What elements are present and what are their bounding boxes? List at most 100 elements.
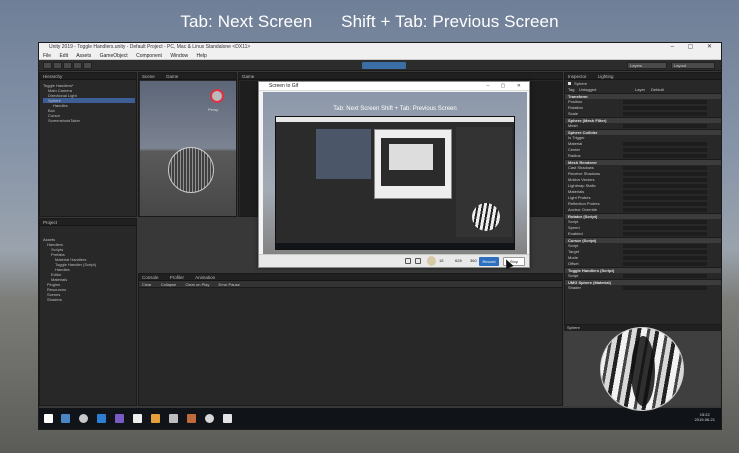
field-value[interactable] — [623, 178, 707, 182]
explorer-icon[interactable] — [151, 414, 160, 423]
hint-bar: Tab: Next Screen Shift + Tab: Previous S… — [0, 12, 739, 32]
rotate-tool-button[interactable] — [63, 62, 72, 69]
scene-viewport[interactable]: Persp — [140, 81, 236, 216]
field-value[interactable] — [623, 142, 707, 146]
tab-lighting[interactable]: Lighting — [598, 74, 614, 79]
console-collapse-button[interactable]: Collapse — [161, 282, 177, 287]
field-value[interactable] — [623, 148, 707, 152]
hierarchy-tab-bar: Hierarchy — [40, 73, 136, 80]
field-label: Rotation — [568, 105, 583, 110]
persp-label: Persp — [208, 107, 219, 112]
field-label: Light Probes — [568, 195, 591, 200]
scene-gizmo-icon[interactable] — [210, 89, 224, 103]
field-value[interactable] — [623, 184, 707, 188]
app-icon[interactable] — [205, 414, 214, 423]
field-value[interactable] — [623, 220, 707, 224]
tab-animation[interactable]: Animation — [195, 275, 215, 280]
field-value[interactable] — [623, 244, 707, 248]
tag-label: Tag — [568, 87, 575, 92]
menu-gameobject[interactable]: GameObject — [100, 53, 128, 59]
rect-tool-button[interactable] — [83, 62, 92, 69]
field-value[interactable] — [623, 208, 707, 212]
move-tool-button[interactable] — [53, 62, 62, 69]
fps-value[interactable]: 15 — [439, 258, 443, 263]
console-error-pause-button[interactable]: Error Pause — [219, 282, 240, 287]
hierarchy-panel: Hierarchy Toggle Handlers* Main Camera D… — [39, 72, 137, 217]
menu-help[interactable]: Help — [197, 53, 207, 59]
field-label: Materials — [568, 189, 585, 194]
tab-inspector[interactable]: Inspector — [568, 74, 587, 79]
height-value[interactable]: 360 — [470, 258, 477, 263]
tab-project[interactable]: Project — [43, 220, 57, 225]
scale-tool-button[interactable] — [73, 62, 82, 69]
field-value[interactable] — [623, 154, 707, 158]
field-value[interactable] — [623, 124, 707, 128]
record-button-label: Record — [482, 259, 496, 264]
dialog-window-controls[interactable]: – ▢ ✕ — [487, 82, 526, 91]
menu-edit[interactable]: Edit — [59, 53, 68, 59]
capture-hint-caption: Tab: Next Screen Shift + Tab: Previous S… — [333, 106, 457, 112]
menu-file[interactable]: File — [43, 53, 51, 59]
game-tab-bar: Game — [239, 73, 562, 80]
inspector-field: Shader — [565, 285, 721, 291]
tab-profiler[interactable]: Profiler — [170, 275, 184, 280]
options-icon[interactable] — [415, 258, 421, 264]
nested-title-bar — [276, 117, 514, 122]
sphere-object-icon[interactable] — [168, 147, 214, 193]
menu-assets[interactable]: Assets — [76, 53, 91, 59]
inspector-body: Sphere Tag Untagged Layer Default Transf… — [565, 81, 721, 291]
windows-taskbar: 15:22 2019-06-21 — [39, 408, 721, 429]
nested-taskbar — [276, 243, 514, 249]
field-value[interactable] — [623, 190, 707, 194]
field-value[interactable] — [623, 256, 707, 260]
snap-icon[interactable] — [405, 258, 411, 264]
field-value[interactable] — [623, 202, 707, 206]
tab-scene[interactable]: Scene — [142, 74, 155, 79]
field-value[interactable] — [623, 100, 707, 104]
field-value[interactable] — [623, 286, 707, 290]
tab-game[interactable]: Game — [242, 74, 254, 79]
inspector-object-name[interactable]: Sphere — [574, 81, 587, 86]
width-value[interactable]: 628 — [455, 258, 462, 263]
console-clear-on-play-button[interactable]: Clear on Play — [185, 282, 209, 287]
menu-component[interactable]: Component — [136, 53, 162, 59]
hand-tool-button[interactable] — [43, 62, 52, 69]
active-checkbox[interactable] — [568, 82, 571, 85]
menu-window[interactable]: Window — [170, 53, 188, 59]
play-controls[interactable] — [362, 62, 406, 69]
project-panel: Project Assets Handlers Scripts Prefabs … — [39, 218, 137, 406]
project-folder[interactable]: Shaders — [43, 297, 135, 302]
layout-dropdown[interactable]: Layout — [671, 62, 715, 69]
search-icon[interactable] — [61, 414, 70, 423]
layers-dropdown[interactable]: Layers — [627, 62, 667, 69]
field-value[interactable] — [623, 112, 707, 116]
console-clear-button[interactable]: Clear — [142, 282, 152, 287]
hierarchy-list: Toggle Handlers* Main Camera Directional… — [43, 83, 135, 123]
field-value[interactable] — [623, 274, 707, 278]
unity-hub-icon[interactable] — [133, 414, 142, 423]
screen-to-gif-icon[interactable] — [223, 414, 232, 423]
start-icon[interactable] — [44, 414, 53, 423]
field-value[interactable] — [623, 262, 707, 266]
tab-hierarchy[interactable]: Hierarchy — [43, 74, 62, 79]
field-label: Script — [568, 219, 579, 224]
field-value[interactable] — [623, 226, 707, 230]
visual-studio-icon[interactable] — [115, 414, 124, 423]
record-button[interactable]: Record — [479, 257, 499, 266]
window-controls[interactable]: – ▢ ✕ — [671, 43, 718, 52]
app-icon[interactable] — [187, 414, 196, 423]
system-clock[interactable]: 15:22 2019-06-21 — [695, 412, 715, 422]
field-value[interactable] — [623, 106, 707, 110]
browser-icon[interactable] — [79, 414, 88, 423]
field-value[interactable] — [623, 250, 707, 254]
unity-icon[interactable] — [169, 414, 178, 423]
field-value[interactable] — [623, 172, 707, 176]
tab-console[interactable]: Console — [142, 275, 159, 280]
fps-dial-icon[interactable] — [427, 256, 436, 266]
field-value[interactable] — [623, 196, 707, 200]
field-value[interactable] — [623, 166, 707, 170]
edge-icon[interactable] — [97, 414, 106, 423]
field-value[interactable] — [623, 232, 707, 236]
tab-game-secondary[interactable]: Game — [166, 74, 178, 79]
hierarchy-item[interactable]: ScreenshotsTaker — [43, 118, 135, 123]
